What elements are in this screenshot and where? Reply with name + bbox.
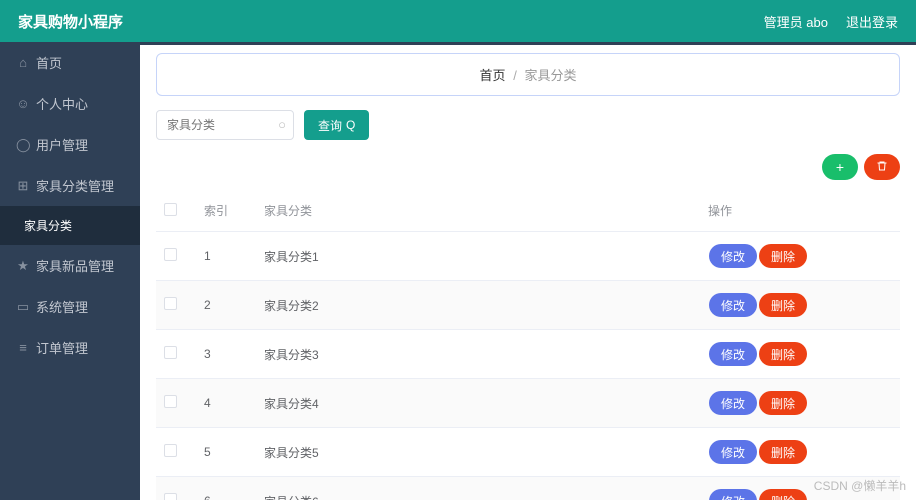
- sidebar-item-2[interactable]: ◯ 用户管理: [0, 124, 140, 165]
- edit-button[interactable]: 修改: [709, 440, 757, 464]
- cell-category: 家具分类6: [256, 477, 700, 500]
- row-checkbox[interactable]: [164, 297, 177, 310]
- sidebar: ⌂ 首页 ☺ 个人中心 ◯ 用户管理 ⊞ 家具分类管理家具分类 ★ 家具新品管理 ▭ 系统管理 ≡ 订单管…: [0, 42, 140, 500]
- breadcrumb-sep: /: [513, 68, 517, 83]
- data-table: 索引 家具分类 操作 1家具分类1修改删除2家具分类2修改删除3家具分类3修改删…: [156, 190, 900, 500]
- row-checkbox[interactable]: [164, 493, 177, 500]
- sidebar-item-7[interactable]: ≡ 订单管理: [0, 327, 140, 368]
- table-row: 2家具分类2 修改删除: [156, 281, 900, 330]
- sidebar-icon: ⊞: [16, 178, 30, 194]
- breadcrumb-home[interactable]: 首页: [480, 68, 506, 83]
- query-button[interactable]: 查询 Q: [304, 110, 369, 140]
- sidebar-item-label: 家具分类: [24, 217, 72, 234]
- table-row: 6家具分类6 修改删除: [156, 477, 900, 500]
- cell-index: 6: [196, 477, 256, 500]
- cell-category: 家具分类5: [256, 428, 700, 477]
- sidebar-icon: ☺: [16, 96, 30, 111]
- sidebar-item-label: 首页: [36, 53, 62, 72]
- plus-icon: +: [836, 159, 844, 175]
- sidebar-item-label: 家具新品管理: [36, 256, 114, 275]
- cell-index: 3: [196, 330, 256, 379]
- sidebar-item-label: 家具分类管理: [36, 176, 114, 195]
- header-category: 家具分类: [256, 190, 700, 232]
- row-checkbox[interactable]: [164, 444, 177, 457]
- row-checkbox[interactable]: [164, 248, 177, 261]
- header-right: 管理员 abo 退出登录: [764, 12, 898, 31]
- sidebar-icon: ◯: [16, 137, 30, 153]
- sidebar-icon: ⌂: [16, 55, 30, 70]
- header-index: 索引: [196, 190, 256, 232]
- sidebar-icon: ▭: [16, 299, 30, 315]
- sidebar-item-1[interactable]: ☺ 个人中心: [0, 83, 140, 124]
- sidebar-item-label: 系统管理: [36, 297, 88, 316]
- sidebar-item-5[interactable]: ★ 家具新品管理: [0, 245, 140, 286]
- delete-button[interactable]: 删除: [759, 391, 807, 415]
- cell-category: 家具分类2: [256, 281, 700, 330]
- table-row: 4家具分类4 修改删除: [156, 379, 900, 428]
- main-content: 首页 / 家具分类 ○ 查询 Q +: [140, 42, 916, 500]
- sidebar-item-4[interactable]: 家具分类: [0, 206, 140, 245]
- delete-button[interactable]: 删除: [759, 244, 807, 268]
- search-input[interactable]: [156, 110, 294, 140]
- cell-category: 家具分类3: [256, 330, 700, 379]
- delete-button[interactable]: 删除: [759, 489, 807, 500]
- search-row: ○ 查询 Q: [156, 110, 900, 140]
- edit-button[interactable]: 修改: [709, 489, 757, 500]
- edit-button[interactable]: 修改: [709, 342, 757, 366]
- cell-category: 家具分类4: [256, 379, 700, 428]
- sidebar-icon: ★: [16, 258, 30, 274]
- header-ops: 操作: [700, 190, 900, 232]
- container: ⌂首页☺个人中心◯用户管理⊞家具分类管理家具分类★家具新品管理▭系统管理≡订单管…: [0, 42, 916, 500]
- delete-button[interactable]: 删除: [759, 440, 807, 464]
- edit-button[interactable]: 修改: [709, 293, 757, 317]
- select-all-checkbox[interactable]: [164, 203, 177, 216]
- magnify-icon: Q: [346, 118, 355, 132]
- row-checkbox[interactable]: [164, 346, 177, 359]
- search-icon: ○: [278, 117, 286, 132]
- delete-button[interactable]: 删除: [759, 293, 807, 317]
- action-row: +: [156, 154, 900, 180]
- admin-label[interactable]: 管理员 abo: [764, 12, 828, 31]
- edit-button[interactable]: 修改: [709, 244, 757, 268]
- query-label: 查询: [318, 117, 342, 134]
- cell-index: 5: [196, 428, 256, 477]
- cell-index: 4: [196, 379, 256, 428]
- sidebar-item-6[interactable]: ▭ 系统管理: [0, 286, 140, 327]
- table-header-row: 索引 家具分类 操作: [156, 190, 900, 232]
- table-row: 5家具分类5 修改删除: [156, 428, 900, 477]
- breadcrumb-current: 家具分类: [524, 68, 576, 83]
- sidebar-item-label: 用户管理: [36, 135, 88, 154]
- bulk-delete-button[interactable]: [864, 154, 900, 180]
- add-button[interactable]: +: [822, 154, 858, 180]
- cell-index: 2: [196, 281, 256, 330]
- search-wrap: ○: [156, 110, 294, 140]
- app-header: 家具购物小程序 管理员 abo 退出登录: [0, 0, 916, 42]
- app-title: 家具购物小程序: [18, 11, 123, 32]
- row-checkbox[interactable]: [164, 395, 177, 408]
- delete-button[interactable]: 删除: [759, 342, 807, 366]
- trash-icon: [876, 159, 888, 175]
- breadcrumb: 首页 / 家具分类: [156, 53, 900, 96]
- sidebar-item-3[interactable]: ⊞ 家具分类管理: [0, 165, 140, 206]
- sidebar-item-label: 订单管理: [36, 338, 88, 357]
- table-row: 1家具分类1 修改删除: [156, 232, 900, 281]
- sidebar-item-0[interactable]: ⌂ 首页: [0, 42, 140, 83]
- cell-index: 1: [196, 232, 256, 281]
- table-row: 3家具分类3 修改删除: [156, 330, 900, 379]
- watermark: CSDN @懒羊羊h: [814, 477, 906, 494]
- sidebar-item-label: 个人中心: [36, 94, 88, 113]
- header-check: [156, 190, 196, 232]
- sidebar-icon: ≡: [16, 340, 30, 355]
- logout-link[interactable]: 退出登录: [846, 12, 898, 31]
- edit-button[interactable]: 修改: [709, 391, 757, 415]
- cell-category: 家具分类1: [256, 232, 700, 281]
